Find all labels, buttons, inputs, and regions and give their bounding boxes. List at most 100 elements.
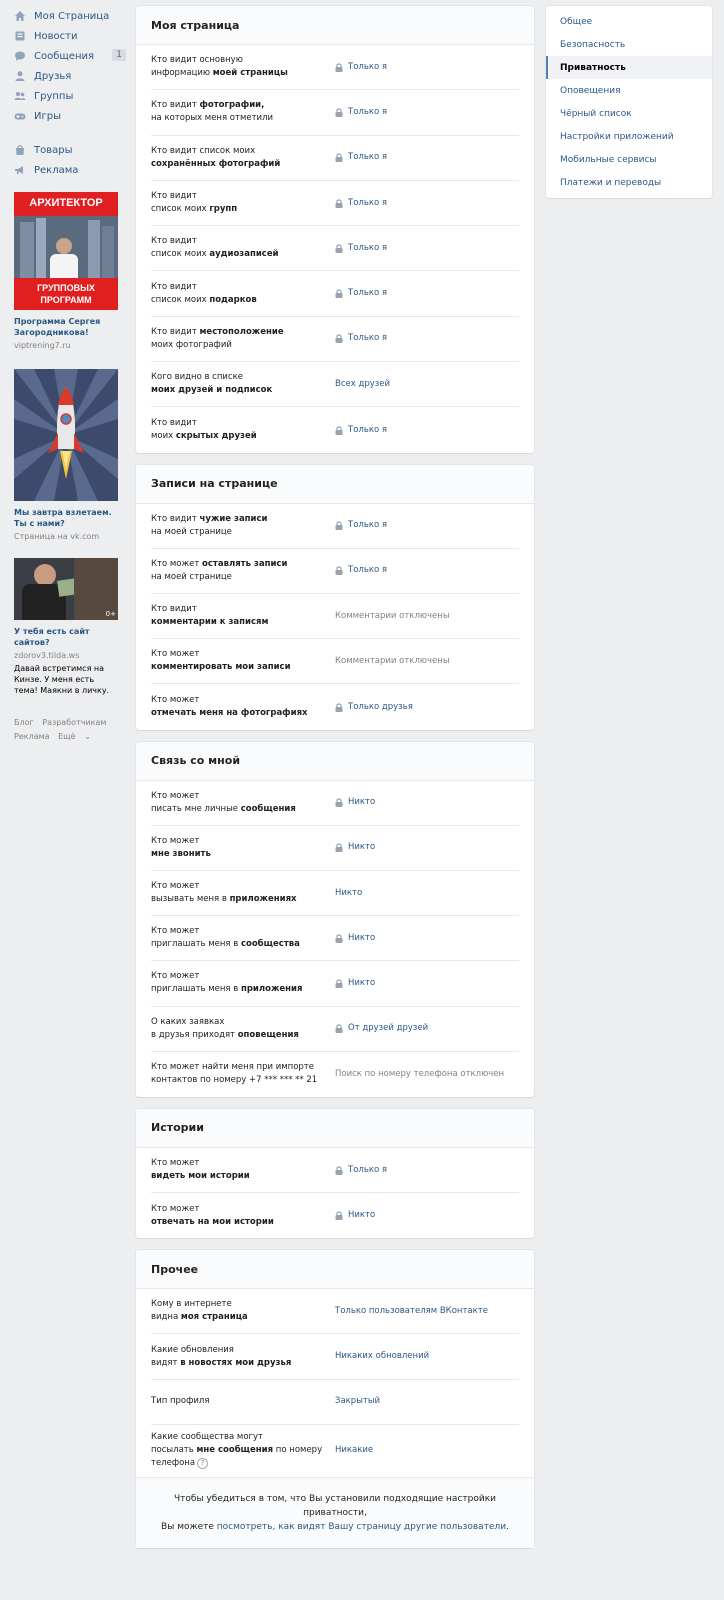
label-bold-text: фотографии, bbox=[199, 100, 265, 111]
ad-image[interactable]: 0+ bbox=[14, 558, 118, 620]
setting-value-dropdown[interactable]: Только я bbox=[335, 332, 387, 345]
lock-icon bbox=[335, 566, 343, 576]
label-bold-text: отвечать на мои истории bbox=[151, 1216, 274, 1227]
setting-value-dropdown[interactable]: Только я bbox=[335, 1164, 387, 1177]
ad-title[interactable]: У тебя есть сайт сайтов? bbox=[14, 626, 118, 648]
label-text: вызывать меня в bbox=[151, 894, 230, 905]
setting-value-dropdown[interactable]: Никаких обновлений bbox=[335, 1350, 429, 1363]
section-contact: Связь со мной Кто может писать мне личные… bbox=[136, 741, 534, 1097]
setting-value-dropdown[interactable]: Только я bbox=[335, 61, 387, 74]
setting-value-dropdown[interactable]: Только я bbox=[335, 519, 387, 532]
nav-messages[interactable]: Сообщения 1 bbox=[14, 46, 126, 66]
label-text: телефона bbox=[151, 1458, 196, 1469]
lock-icon bbox=[335, 244, 343, 253]
setting-row: Кто может писать мне личные сообщения Никт… bbox=[151, 781, 519, 826]
ad-block[interactable]: АРХИТЕКТОР ГРУППОВЫХ ПРОГРАММ Программа … bbox=[14, 192, 118, 351]
nav-news[interactable]: Новости bbox=[14, 26, 126, 46]
ad-title[interactable]: Мы завтра взлетаем. Ты с нами? bbox=[14, 507, 118, 529]
label-text: посылать bbox=[151, 1445, 197, 1456]
setting-label-line: Кто видит bbox=[151, 281, 327, 294]
nav-label: Друзья bbox=[34, 70, 72, 82]
nav-label: Товары bbox=[34, 144, 73, 156]
ad-image[interactable] bbox=[14, 369, 118, 501]
setting-row: Какие обновления видят в новостях мои дру… bbox=[151, 1334, 519, 1380]
setting-value-dropdown[interactable]: Никакие bbox=[335, 1444, 373, 1457]
nav-label: Сообщения bbox=[34, 50, 95, 62]
setting-value-dropdown[interactable]: Никто bbox=[335, 796, 375, 809]
menu-blacklist[interactable]: Чёрный список bbox=[546, 102, 712, 125]
label-text: Какие обновления bbox=[151, 1344, 234, 1355]
setting-value-text: Только я bbox=[348, 288, 387, 299]
setting-label-line: Кто видит bbox=[151, 417, 327, 430]
setting-label-line: Кто может bbox=[151, 970, 327, 983]
footer-blog-link[interactable]: Блог bbox=[14, 718, 34, 727]
setting-label-line: Кто может оставлять записи bbox=[151, 558, 327, 571]
setting-label-line: видеть мои истории bbox=[151, 1170, 327, 1183]
nav-friends[interactable]: Друзья bbox=[14, 66, 126, 86]
setting-label-line: Кто видит основную bbox=[151, 54, 327, 67]
nav-goods[interactable]: Товары bbox=[14, 140, 126, 160]
footer-dev-link[interactable]: Разработчикам bbox=[42, 718, 106, 727]
rows: Кому в интернете видна моя страница Только… bbox=[136, 1289, 534, 1477]
ad-block[interactable]: 0+ У тебя есть сайт сайтов? zdorov3.tild… bbox=[14, 558, 118, 696]
setting-label: Кто видит комментарии к записям bbox=[151, 603, 335, 629]
nav-my-page[interactable]: Моя Страница bbox=[14, 6, 126, 26]
nav-ads[interactable]: Реклама bbox=[14, 160, 126, 180]
ad-block[interactable]: Мы завтра взлетаем. Ты с нами? Страница … bbox=[14, 369, 118, 542]
menu-security[interactable]: Безопасность bbox=[546, 33, 712, 56]
help-icon[interactable]: ? bbox=[197, 1458, 209, 1470]
label-text: Кто может bbox=[151, 1158, 200, 1169]
setting-value-dropdown[interactable]: Никто bbox=[335, 1209, 375, 1222]
setting-value-dropdown[interactable]: Только я bbox=[335, 197, 387, 210]
setting-label-line: Кто видит bbox=[151, 190, 327, 203]
menu-app-settings[interactable]: Настройки приложений bbox=[546, 125, 712, 148]
setting-row: О каких заявках в друзья приходят оповеще… bbox=[151, 1007, 519, 1052]
setting-label-line: на моей странице bbox=[151, 571, 327, 584]
nav-groups[interactable]: Группы bbox=[14, 86, 126, 106]
menu-mobile-services[interactable]: Мобильные сервисы bbox=[546, 148, 712, 171]
setting-value-dropdown[interactable]: Только я bbox=[335, 242, 387, 255]
setting-label: Кто может отвечать на мои истории bbox=[151, 1203, 335, 1229]
setting-value-dropdown[interactable]: Только я bbox=[335, 564, 387, 577]
menu-payments[interactable]: Платежи и переводы bbox=[546, 171, 712, 194]
menu-general[interactable]: Общее bbox=[546, 10, 712, 33]
label-text: Кто может bbox=[151, 881, 200, 892]
setting-value-dropdown[interactable]: Никто bbox=[335, 841, 375, 854]
lock-icon bbox=[335, 1024, 343, 1034]
menu-notifications[interactable]: Оповещения bbox=[546, 79, 712, 102]
view-as-others-link[interactable]: посмотреть, как видят Вашу страницу друг… bbox=[217, 1522, 506, 1532]
nav-games[interactable]: Игры bbox=[14, 106, 126, 126]
label-text: Кто видит bbox=[151, 513, 200, 524]
footer-text: Чтобы убедиться в том, что Вы установили… bbox=[174, 1493, 496, 1518]
setting-label-line: Какие сообщества могут bbox=[151, 1431, 327, 1444]
setting-value-dropdown[interactable]: Никто bbox=[335, 932, 375, 945]
setting-value-dropdown[interactable]: Только друзья bbox=[335, 701, 413, 714]
menu-privacy[interactable]: Приватность bbox=[546, 56, 712, 79]
messages-count-badge: 1 bbox=[112, 49, 126, 61]
setting-value-dropdown[interactable]: Никто bbox=[335, 977, 375, 990]
setting-value-dropdown[interactable]: Только я bbox=[335, 151, 387, 164]
setting-value-dropdown[interactable]: Только я bbox=[335, 424, 387, 437]
setting-label-line: Кто видит местоположение bbox=[151, 326, 327, 339]
footer-more-label: Ещё bbox=[58, 732, 76, 741]
footer-more-link[interactable]: Ещё ⌄ bbox=[58, 732, 97, 741]
footer-text-2: Вы можете bbox=[161, 1521, 217, 1532]
ad-image[interactable]: АРХИТЕКТОР ГРУППОВЫХ ПРОГРАММ bbox=[14, 192, 118, 310]
lock-icon bbox=[335, 334, 343, 344]
setting-value-dropdown[interactable]: Только я bbox=[335, 106, 387, 119]
setting-label: Кто видит местоположение моих фотографий bbox=[151, 326, 335, 352]
label-bold-text: оставлять записи bbox=[202, 558, 288, 569]
setting-label-line: Кто может bbox=[151, 694, 327, 707]
ad-title[interactable]: Программа Сергея Загородникова! bbox=[14, 316, 118, 338]
setting-label-line: телефона? bbox=[151, 1457, 327, 1470]
setting-value-dropdown[interactable]: Только пользователям ВКонтакте bbox=[335, 1305, 488, 1318]
setting-value-dropdown[interactable]: От друзей друзей bbox=[335, 1022, 428, 1035]
setting-value-dropdown[interactable]: Только я bbox=[335, 287, 387, 300]
setting-value-dropdown[interactable]: Всех друзей bbox=[335, 378, 390, 391]
setting-value-dropdown[interactable]: Никто bbox=[335, 887, 362, 900]
section-stories: Истории Кто может видеть мои истории Тольк… bbox=[136, 1108, 534, 1239]
footer-ads-link[interactable]: Реклама bbox=[14, 732, 50, 741]
setting-value-dropdown[interactable]: Закрытый bbox=[335, 1395, 380, 1408]
setting-label: Тип профиля bbox=[151, 1395, 335, 1408]
setting-label-line: Тип профиля bbox=[151, 1395, 327, 1408]
